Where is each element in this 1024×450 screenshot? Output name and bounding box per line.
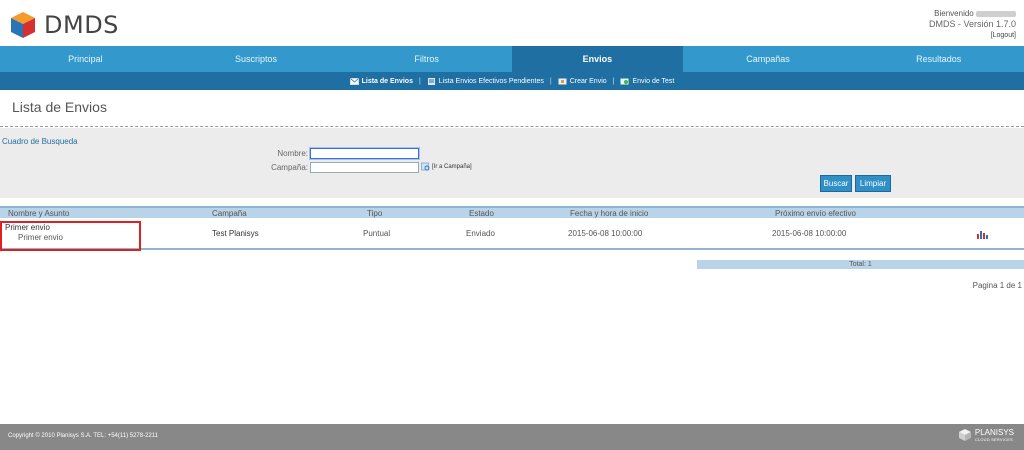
- planisys-logo[interactable]: PLANISYS CLOUD SERVICES: [958, 428, 1014, 442]
- user-box: Bienvenido DMDS - Versión 1.7.0 [Logout]: [929, 8, 1016, 41]
- subnav-separator: |: [549, 77, 552, 85]
- row-tipo: Puntual: [363, 229, 391, 238]
- cube-logo-icon: [11, 12, 35, 38]
- user-name-redacted: [976, 10, 1016, 17]
- campana-input[interactable]: [310, 162, 419, 173]
- nav-filtros[interactable]: Filtros: [341, 46, 512, 72]
- total-count: Total: 1: [697, 260, 1024, 269]
- subnav-lista-envios[interactable]: Lista de Envios: [349, 77, 413, 85]
- bar-chart-icon[interactable]: [976, 230, 988, 239]
- envios-table: Nombre y Asunto Campaña Tipo Estado Fech…: [0, 206, 1024, 250]
- pagination: Pagina 1 de 1: [972, 281, 1022, 290]
- nav-suscriptos[interactable]: Suscriptos: [171, 46, 342, 72]
- subnav-envio-test-label: Envio de Test: [632, 77, 675, 85]
- footer-logo-sub: CLOUD SERVICES: [974, 436, 1013, 442]
- planisys-cube-icon: [958, 429, 971, 441]
- col-estado: Estado: [469, 208, 494, 218]
- welcome-text: Bienvenido: [934, 9, 974, 18]
- nav-resultados[interactable]: Resultados: [853, 46, 1024, 72]
- nav-principal[interactable]: Principal: [0, 46, 171, 72]
- buscar-button[interactable]: Buscar: [820, 175, 852, 192]
- page-title: Lista de Envios: [12, 99, 107, 115]
- subnav-envio-test[interactable]: Envio de Test: [620, 78, 674, 85]
- limpiar-button[interactable]: Limpiar: [855, 175, 891, 192]
- ir-a-campana-label: [Ir a Campaña]: [432, 163, 472, 170]
- subnav-envios-pendientes[interactable]: Lista Envios Efectivos Pendientes: [427, 77, 544, 85]
- nombre-input[interactable]: [309, 147, 420, 160]
- subnav-lista-envios-label: Lista de Envios: [361, 77, 413, 85]
- col-campana: Campaña: [212, 208, 247, 218]
- sub-nav: Lista de Envios | Lista Envios Efectivos…: [0, 72, 1024, 90]
- campaign-lookup-icon: [421, 162, 430, 171]
- highlight-box: [0, 221, 141, 251]
- envelope-icon: [349, 77, 359, 85]
- col-proximo-envio: Próximo envío efectivo: [775, 208, 856, 218]
- footer-copyright: Copyright © 2010 Planisys S.A. TEL: +54(…: [8, 433, 159, 439]
- subnav-envios-pendientes-label: Lista Envios Efectivos Pendientes: [438, 77, 544, 85]
- logo-text: DMDS: [44, 11, 119, 39]
- title-divider: [0, 126, 1024, 127]
- table-row[interactable]: Primer envio Primer envio Test Planisys …: [0, 218, 1024, 250]
- search-box-title: Cuadro de Busqueda: [2, 137, 78, 146]
- subnav-crear-envio[interactable]: Crear Envio: [558, 78, 607, 85]
- search-box: Cuadro de Busqueda Nombre: Campaña: [Ir …: [0, 128, 1024, 198]
- list-icon: [427, 77, 435, 85]
- table-header: Nombre y Asunto Campaña Tipo Estado Fech…: [0, 206, 1024, 218]
- row-fecha-inicio: 2015-06-08 10:00:00: [568, 229, 643, 238]
- row-estado: Enviado: [466, 229, 495, 238]
- test-icon: [620, 78, 629, 84]
- col-tipo: Tipo: [367, 208, 383, 218]
- col-nombre-asunto: Nombre y Asunto: [8, 208, 70, 218]
- header: DMDS Bienvenido DMDS - Versión 1.7.0 [Lo…: [0, 0, 1024, 46]
- campana-label: Campaña:: [271, 163, 308, 172]
- create-icon: [558, 78, 567, 84]
- main-nav: Principal Suscriptos Filtros Envios Camp…: [0, 46, 1024, 72]
- nav-envios[interactable]: Envios: [512, 46, 683, 72]
- logout-link[interactable]: [Logout]: [929, 30, 1016, 41]
- nombre-label: Nombre:: [277, 149, 308, 158]
- footer: Copyright © 2010 Planisys S.A. TEL: +54(…: [0, 424, 1024, 450]
- dmds-logo[interactable]: DMDS: [8, 10, 119, 40]
- footer-logo-name: PLANISYS: [974, 427, 1014, 437]
- col-fecha-inicio: Fecha y hora de inicio: [570, 208, 649, 218]
- version-text: DMDS - Versión 1.7.0: [928, 19, 1016, 29]
- row-proximo-envio: 2015-06-08 10:00:00: [772, 229, 847, 238]
- subnav-separator: |: [418, 77, 421, 85]
- subnav-separator: |: [612, 77, 615, 85]
- subnav-crear-envio-label: Crear Envio: [569, 77, 607, 85]
- nav-campanas[interactable]: Campañas: [683, 46, 854, 72]
- row-campana: Test Planisys: [212, 229, 259, 238]
- ir-a-campana-link[interactable]: [Ir a Campaña]: [421, 162, 472, 171]
